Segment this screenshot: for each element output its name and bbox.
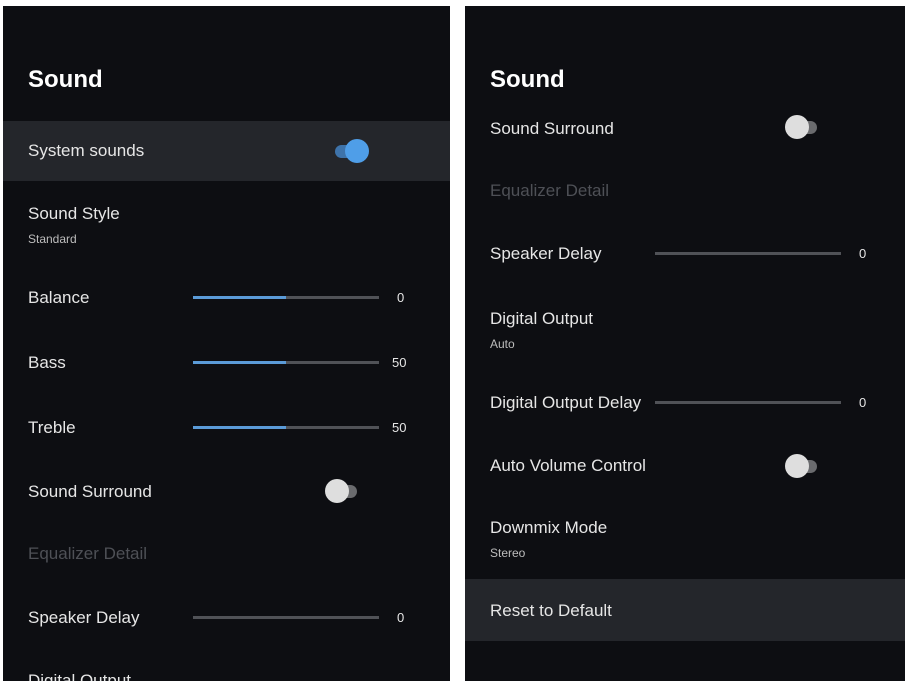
treble-label: Treble <box>28 418 76 437</box>
toggle-knob <box>785 454 809 478</box>
page-title: Sound <box>28 66 103 93</box>
sound-surround-toggle[interactable] <box>785 114 819 140</box>
bass-slider[interactable] <box>193 361 379 364</box>
digital-output-delay-label: Digital Output Delay <box>490 393 642 412</box>
equalizer-detail-row: Equalizer Detail <box>465 166 905 216</box>
balance-slider-fill <box>193 296 286 299</box>
equalizer-detail-label: Equalizer Detail <box>28 544 148 563</box>
page-title: Sound <box>490 66 565 93</box>
speaker-delay-row[interactable]: Speaker Delay 0 <box>3 586 450 646</box>
speaker-delay-row[interactable]: Speaker Delay 0 <box>465 226 905 286</box>
bass-slider-fill <box>193 361 286 364</box>
auto-volume-control-toggle[interactable] <box>785 453 819 479</box>
speaker-delay-slider[interactable] <box>655 252 841 255</box>
system-sounds-row[interactable]: System sounds <box>3 121 450 181</box>
speaker-delay-value: 0 <box>859 246 867 261</box>
digital-output-delay-slider[interactable] <box>655 401 841 404</box>
digital-output-value: Auto <box>490 337 515 351</box>
downmix-mode-value: Stereo <box>490 546 526 560</box>
speaker-delay-slider[interactable] <box>193 616 379 619</box>
sound-settings-panel-left: Sound System sounds Sound Style Standard… <box>3 6 450 681</box>
treble-value: 50 <box>392 420 407 435</box>
digital-output-row[interactable]: Digital Output Auto <box>465 296 905 361</box>
auto-volume-control-row[interactable]: Auto Volume Control <box>465 441 905 491</box>
sound-surround-row[interactable]: Sound Surround <box>465 106 905 156</box>
sound-style-value: Standard <box>28 232 77 246</box>
digital-output-delay-row[interactable]: Digital Output Delay 0 <box>465 376 905 426</box>
digital-output-delay-value: 0 <box>859 395 867 410</box>
balance-row[interactable]: Balance 0 <box>3 266 450 326</box>
downmix-mode-label: Downmix Mode <box>490 518 608 537</box>
auto-volume-control-label: Auto Volume Control <box>490 456 646 475</box>
digital-output-row[interactable]: Digital Output <box>3 651 450 681</box>
sound-style-label: Sound Style <box>28 204 120 223</box>
speaker-delay-label: Speaker Delay <box>28 608 140 627</box>
system-sounds-toggle[interactable] <box>333 138 369 164</box>
reset-to-default-row[interactable]: Reset to Default <box>465 579 905 641</box>
bass-label: Bass <box>28 353 66 372</box>
sound-surround-toggle[interactable] <box>325 478 359 504</box>
digital-output-label: Digital Output <box>28 671 131 681</box>
sound-surround-label: Sound Surround <box>490 119 614 138</box>
reset-to-default-label: Reset to Default <box>490 601 612 620</box>
sound-surround-label: Sound Surround <box>28 482 152 501</box>
system-sounds-label: System sounds <box>28 141 145 160</box>
equalizer-detail-row: Equalizer Detail <box>3 526 450 581</box>
treble-slider-fill <box>193 426 286 429</box>
treble-slider[interactable] <box>193 426 379 429</box>
bass-value: 50 <box>392 355 407 370</box>
bass-row[interactable]: Bass 50 <box>3 331 450 391</box>
equalizer-detail-label: Equalizer Detail <box>490 181 610 200</box>
balance-value: 0 <box>397 290 405 305</box>
sound-settings-panel-right: Sound Sound Surround Equalizer Detail Sp… <box>465 6 905 681</box>
treble-row[interactable]: Treble 50 <box>3 396 450 456</box>
balance-slider[interactable] <box>193 296 379 299</box>
toggle-knob <box>345 139 369 163</box>
balance-label: Balance <box>28 288 90 307</box>
sound-style-row[interactable]: Sound Style Standard <box>3 186 450 256</box>
digital-output-label: Digital Output <box>490 309 593 328</box>
speaker-delay-label: Speaker Delay <box>490 244 602 263</box>
speaker-delay-value: 0 <box>397 610 405 625</box>
toggle-knob <box>785 115 809 139</box>
toggle-knob <box>325 479 349 503</box>
downmix-mode-row[interactable]: Downmix Mode Stereo <box>465 506 905 571</box>
sound-surround-row[interactable]: Sound Surround <box>3 461 450 521</box>
